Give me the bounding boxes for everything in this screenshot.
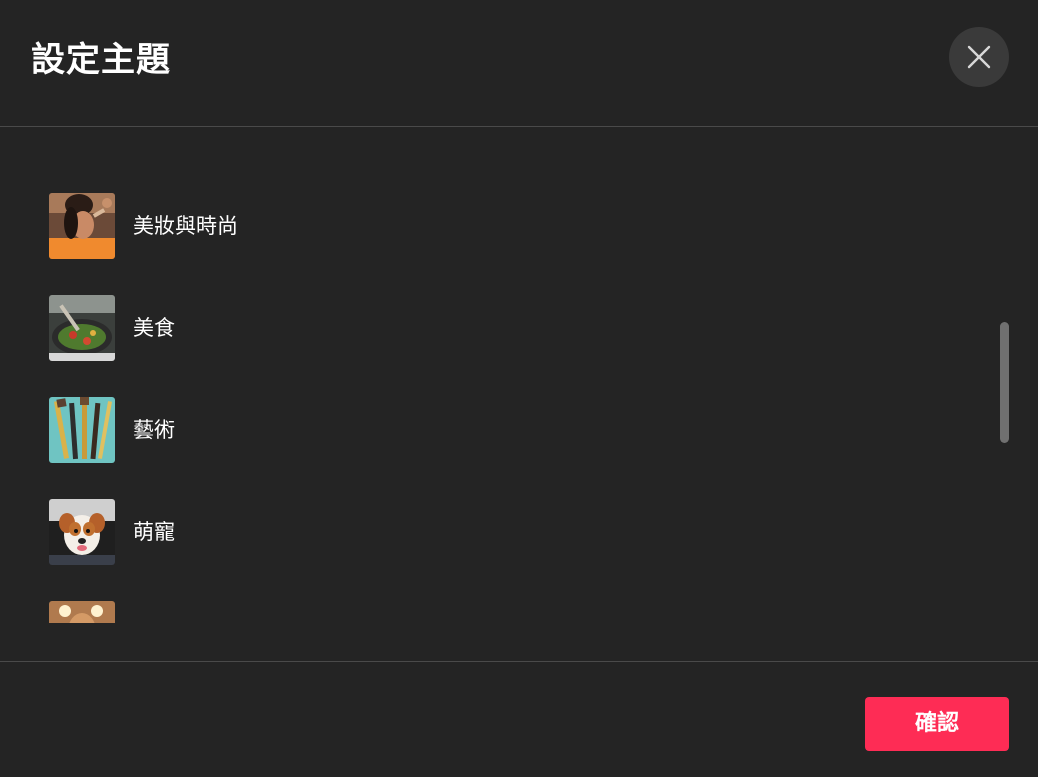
topic-thumbnail-art [49,397,115,463]
confirm-button[interactable]: 確認 [865,697,1009,751]
topic-label: 美食 [133,316,175,340]
topic-item-pets[interactable]: 萌寵 [49,499,949,565]
topic-item-food[interactable]: 美食 [49,295,949,361]
dialog-header: 設定主題 [0,0,1038,127]
list-scrollbar[interactable] [1000,322,1009,443]
topic-label: 萌寵 [133,520,175,544]
topic-thumbnail-pets [49,499,115,565]
topic-label: 美妝與時尚 [133,214,238,238]
topic-thumbnail-partial [49,601,115,623]
topic-thumbnail-beauty-fashion [49,193,115,259]
topic-item-art[interactable]: 藝術 [49,397,949,463]
dialog-title: 設定主題 [31,40,171,80]
close-button[interactable] [949,27,1009,87]
topic-item-partial[interactable] [49,601,949,623]
topic-label: 藝術 [133,418,175,442]
topic-thumbnail-food [49,295,115,361]
topic-item-beauty-fashion[interactable]: 美妝與時尚 [49,193,949,259]
dialog-footer: 確認 [0,661,1038,777]
topic-list[interactable]: 美妝與時尚 美食 藝術 萌寵 [0,127,1038,623]
set-topic-dialog: 設定主題 美妝與時尚 美食 藝術 萌寵 確認 [0,0,1038,777]
close-icon [967,45,991,69]
